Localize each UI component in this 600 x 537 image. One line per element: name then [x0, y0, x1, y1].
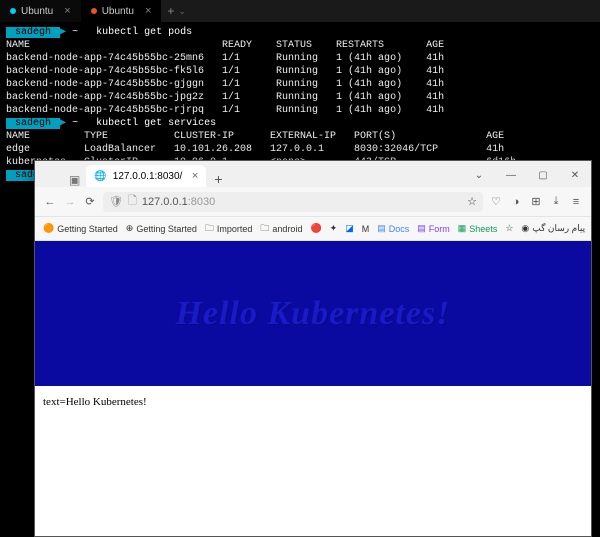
globe-icon: 🌐 — [94, 171, 106, 182]
bookmark-gap[interactable]: ◉ پیام رسان گپ — [521, 223, 585, 234]
browser-tab[interactable]: 🌐 127.0.0.1:8030/ × — [86, 165, 206, 187]
prompt-user: sadegh — [6, 27, 60, 38]
tabs-dropdown-icon[interactable]: ⌄ — [463, 163, 495, 187]
shield-icon[interactable]: 🛡 — [109, 195, 123, 208]
hero-banner: Hello Kubernetes! — [35, 241, 591, 386]
browser-toolbar: ← → ⟳ 🛡 🗋 127.0.0.1:8030 ☆ ♡ ◑ ⊞ ⤓ ≡ — [35, 187, 591, 217]
bookmark-docs[interactable]: ▤ Docs — [377, 223, 409, 234]
page-viewport: Hello Kubernetes! text=Hello Kubernetes! — [35, 241, 591, 536]
tab-title: 127.0.0.1:8030/ — [113, 171, 183, 182]
prompt-sep: ▶ — [60, 118, 66, 129]
back-button[interactable]: ← — [43, 196, 57, 208]
bookmark-icon-4[interactable]: ☆ — [505, 223, 513, 234]
bookmark-getting-started-2[interactable]: ⊕ Getting Started — [126, 223, 197, 234]
bookmark-folder-imported[interactable]: 🗀 Imported — [205, 221, 253, 237]
extensions-icon[interactable]: ⊞ — [529, 195, 543, 208]
window-controls: ⌄ — ▢ ✕ — [463, 163, 591, 187]
response-text: text=Hello Kubernetes! — [35, 386, 591, 418]
tab-label: Ubuntu — [21, 6, 53, 17]
url-host: 127.0.0.1 — [142, 196, 188, 208]
close-icon[interactable]: × — [64, 5, 70, 17]
url-port: :8030 — [188, 196, 216, 208]
new-tab-button[interactable]: + — [167, 4, 174, 18]
info-icon[interactable]: 🗋 — [128, 192, 137, 211]
prompt-path: ~ — [72, 27, 78, 38]
bookmark-icon-3[interactable]: ◪ — [345, 223, 354, 234]
close-button[interactable]: ✕ — [559, 163, 591, 187]
maximize-button[interactable]: ▢ — [527, 163, 559, 187]
firefox-view-icon[interactable]: ▣ — [65, 173, 84, 187]
refresh-button[interactable]: ⟳ — [83, 195, 97, 208]
close-icon[interactable]: × — [192, 170, 198, 182]
terminal-tab-ubuntu-2[interactable]: Ubuntu × — [81, 0, 162, 22]
minimize-button[interactable]: — — [495, 163, 527, 187]
bookmark-icon-2[interactable]: ✦ — [330, 223, 338, 234]
account-icon[interactable]: ◑ — [509, 196, 523, 208]
bookmark-sheets[interactable]: ▦ Sheets — [458, 223, 498, 234]
ubuntu-icon — [91, 8, 97, 14]
terminal-tab-strip: Ubuntu × Ubuntu × + ⌄ — [0, 0, 600, 22]
forward-button[interactable]: → — [63, 196, 77, 208]
download-icon[interactable]: ⤓ — [549, 195, 563, 208]
save-icon[interactable]: ♡ — [489, 195, 503, 208]
close-icon[interactable]: × — [145, 5, 151, 17]
powershell-icon — [10, 8, 16, 14]
command-1: kubectl get pods — [96, 27, 192, 38]
bookmarks-bar: 🟠 Getting Started ⊕ Getting Started 🗀 Im… — [35, 217, 591, 241]
new-tab-button[interactable]: + — [208, 171, 228, 187]
browser-tab-strip: ▣ 🌐 127.0.0.1:8030/ × + ⌄ — ▢ ✕ — [35, 161, 591, 187]
tab-menu-chevron-icon[interactable]: ⌄ — [178, 6, 186, 17]
prompt-user: sadegh — [6, 118, 60, 129]
address-bar[interactable]: 🛡 🗋 127.0.0.1:8030 ☆ — [103, 192, 483, 212]
bookmark-icon-1[interactable]: 🔴 — [310, 223, 321, 234]
bookmark-folder-android[interactable]: 🗀 android — [260, 221, 302, 237]
bookmark-getting-started-1[interactable]: 🟠 Getting Started — [43, 223, 118, 234]
prompt-path: ~ — [72, 118, 78, 129]
bookmark-star-icon[interactable]: ☆ — [467, 195, 477, 208]
command-2: kubectl get services — [96, 118, 216, 129]
menu-button[interactable]: ≡ — [569, 196, 583, 208]
hero-text: Hello Kubernetes! — [176, 295, 451, 333]
bookmark-form[interactable]: ▤ Form — [417, 223, 450, 234]
prompt-sep: ▶ — [60, 27, 66, 38]
tab-label: Ubuntu — [102, 6, 134, 17]
browser-window: ▣ 🌐 127.0.0.1:8030/ × + ⌄ — ▢ ✕ ← → ⟳ 🛡 … — [34, 160, 592, 537]
bookmark-gmail[interactable]: M — [362, 224, 370, 234]
terminal-tab-ubuntu-1[interactable]: Ubuntu × — [0, 0, 81, 22]
